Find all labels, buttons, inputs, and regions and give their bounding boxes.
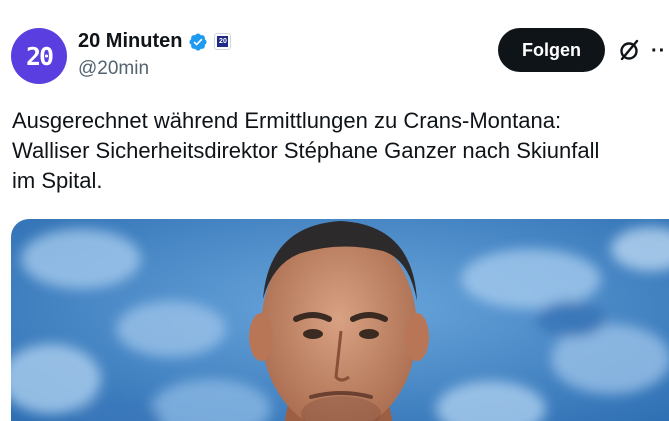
tweet-text-line: im Spital.: [12, 168, 103, 193]
grok-icon[interactable]: [619, 38, 641, 62]
author-display-name[interactable]: 20 Minuten: [78, 30, 182, 53]
more-icon[interactable]: ··: [651, 40, 666, 63]
tweet-card: 20 20 Minuten 20 @20min Folgen ·· Ausger…: [0, 0, 669, 421]
avatar[interactable]: 20: [11, 28, 67, 84]
avatar-logo-text: 20: [25, 41, 54, 71]
tweet-text-line: Ausgerechnet während Ermittlungen zu Cra…: [12, 108, 562, 133]
tweet-text-line: Walliser Sicherheitsdirektor Stéphane Ga…: [12, 138, 600, 163]
tweet-photo[interactable]: [11, 219, 669, 421]
affiliate-badge-icon[interactable]: 20: [214, 33, 232, 50]
verified-badge-icon: [189, 32, 207, 51]
affiliate-badge-logo: 20: [217, 36, 229, 47]
follow-button[interactable]: Folgen: [498, 28, 605, 72]
author-name-row: 20 Minuten 20: [78, 30, 232, 53]
tweet-text: Ausgerechnet während Ermittlungen zu Cra…: [12, 106, 657, 196]
author-handle[interactable]: @20min: [78, 58, 149, 80]
portrait-photo: [11, 219, 669, 421]
